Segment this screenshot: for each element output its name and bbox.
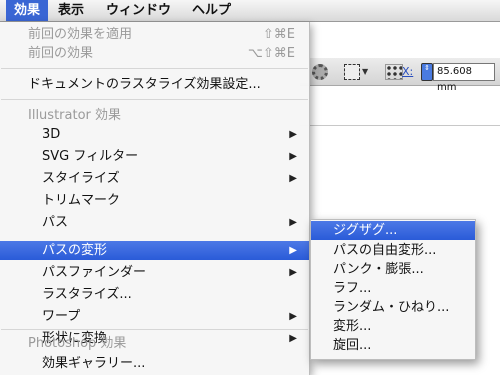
section-header-illustrator: Illustrator 効果: [28, 108, 122, 123]
control-bar: ▼ X: ⇕ 85.608 mm: [300, 58, 500, 93]
submenu-item-twist[interactable]: 旋回...: [311, 336, 475, 355]
menu-item-label: パス: [42, 215, 69, 230]
menu-item-label: ワープ: [42, 309, 81, 324]
menu-item-label: 3D: [42, 127, 61, 142]
menu-item-label: 効果ギャラリー...: [42, 356, 146, 371]
recolor-icon[interactable]: [312, 64, 328, 80]
reference-point-icon[interactable]: [385, 64, 403, 80]
submenu-arrow-icon: ▶: [289, 245, 297, 256]
submenu-item-tweak[interactable]: ランダム・ひねり...: [311, 298, 475, 317]
submenu-item-label: パスの自由変形...: [333, 243, 437, 258]
submenu-item-label: 変形...: [333, 319, 372, 334]
menu-item-rasterize[interactable]: ラスタライズ...: [0, 285, 309, 304]
menu-separator: [1, 99, 308, 100]
submenu-arrow-icon: ▶: [289, 333, 297, 344]
menu-item-label: ラスタライズ...: [42, 287, 132, 302]
menu-item-label: スタイライズ: [42, 171, 120, 186]
submenu-item-label: 旋回...: [333, 338, 372, 353]
submenu-arrow-icon: ▶: [289, 151, 297, 162]
submenu-item-label: ラフ...: [333, 281, 372, 296]
menubar-item-view[interactable]: 表示: [50, 0, 92, 21]
section-header-photoshop: Photoshop 効果: [28, 336, 127, 351]
menu-item-warp[interactable]: ワープ ▶: [0, 307, 309, 326]
submenu-item-roughen[interactable]: ラフ...: [311, 279, 475, 298]
submenu-arrow-icon: ▶: [289, 129, 297, 140]
effect-menu: 前回の効果を適用 ⇧⌘E 前回の効果 ⌥⇧⌘E ドキュメントのラスタライズ効果設…: [0, 22, 310, 375]
menu-item-label: パスの変形: [42, 243, 108, 258]
submenu-arrow-icon: ▶: [289, 173, 297, 184]
menubar-item-effect[interactable]: 効果: [6, 0, 49, 21]
menubar-item-help[interactable]: ヘルプ: [184, 0, 239, 21]
shortcut-label: ⌥⇧⌘E: [247, 46, 295, 61]
menu-item-label: 前回の効果を適用: [28, 27, 133, 42]
menu-separator: [1, 329, 308, 330]
menu-item-stylize[interactable]: スタイライズ ▶: [0, 169, 309, 188]
menu-item-label: パスファインダー: [42, 265, 147, 280]
menu-item-last-effect[interactable]: 前回の効果 ⌥⇧⌘E: [0, 44, 309, 63]
menu-separator: [1, 68, 308, 69]
x-stepper-icon[interactable]: ⇕: [421, 63, 433, 81]
menu-item-label: 前回の効果: [28, 46, 94, 61]
menu-item-pathfinder[interactable]: パスファインダー ▶: [0, 263, 309, 282]
selection-icon[interactable]: [344, 64, 360, 80]
x-label: X:: [402, 65, 414, 78]
menubar-item-window[interactable]: ウィンドウ: [98, 0, 179, 21]
shortcut-label: ⇧⌘E: [262, 27, 295, 42]
submenu-item-transform[interactable]: 変形...: [311, 317, 475, 336]
submenu-arrow-icon: ▶: [289, 311, 297, 322]
submenu-item-label: ランダム・ひねり...: [333, 300, 450, 315]
divider: [300, 125, 500, 126]
menu-item-label: トリムマーク: [42, 193, 121, 208]
menu-item-label: SVG フィルター: [42, 149, 139, 164]
menu-item-apply-last-effect[interactable]: 前回の効果を適用 ⇧⌘E: [0, 25, 309, 44]
submenu-item-pucker-bloat[interactable]: パンク・膨張...: [311, 260, 475, 279]
submenu-arrow-icon: ▶: [289, 267, 297, 278]
x-position-field[interactable]: 85.608 mm: [433, 63, 495, 93]
menu-item-svg-filter[interactable]: SVG フィルター ▶: [0, 147, 309, 166]
menu-item-raster-settings[interactable]: ドキュメントのラスタライズ効果設定...: [0, 75, 309, 94]
menu-item-path[interactable]: パス ▶: [0, 213, 309, 232]
menu-item-3d[interactable]: 3D ▶: [0, 125, 309, 144]
distort-transform-submenu: ジグザグ... パスの自由変形... パンク・膨張... ラフ... ランダム・…: [310, 219, 476, 360]
submenu-arrow-icon: ▶: [289, 217, 297, 228]
submenu-item-free-distort[interactable]: パスの自由変形...: [311, 241, 475, 260]
submenu-item-label: ジグザグ...: [333, 223, 398, 238]
submenu-item-label: パンク・膨張...: [333, 262, 424, 277]
menu-item-effect-gallery[interactable]: 効果ギャラリー...: [0, 354, 309, 373]
menu-item-trim-marks[interactable]: トリムマーク: [0, 191, 309, 210]
menu-item-label: ドキュメントのラスタライズ効果設定...: [28, 77, 261, 92]
submenu-item-zigzag[interactable]: ジグザグ...: [311, 221, 475, 240]
menu-bar: 効果 表示 ウィンドウ ヘルプ: [0, 0, 500, 22]
menu-item-distort-transform[interactable]: パスの変形 ▶: [0, 241, 309, 260]
chevron-down-icon[interactable]: ▼: [362, 67, 368, 76]
